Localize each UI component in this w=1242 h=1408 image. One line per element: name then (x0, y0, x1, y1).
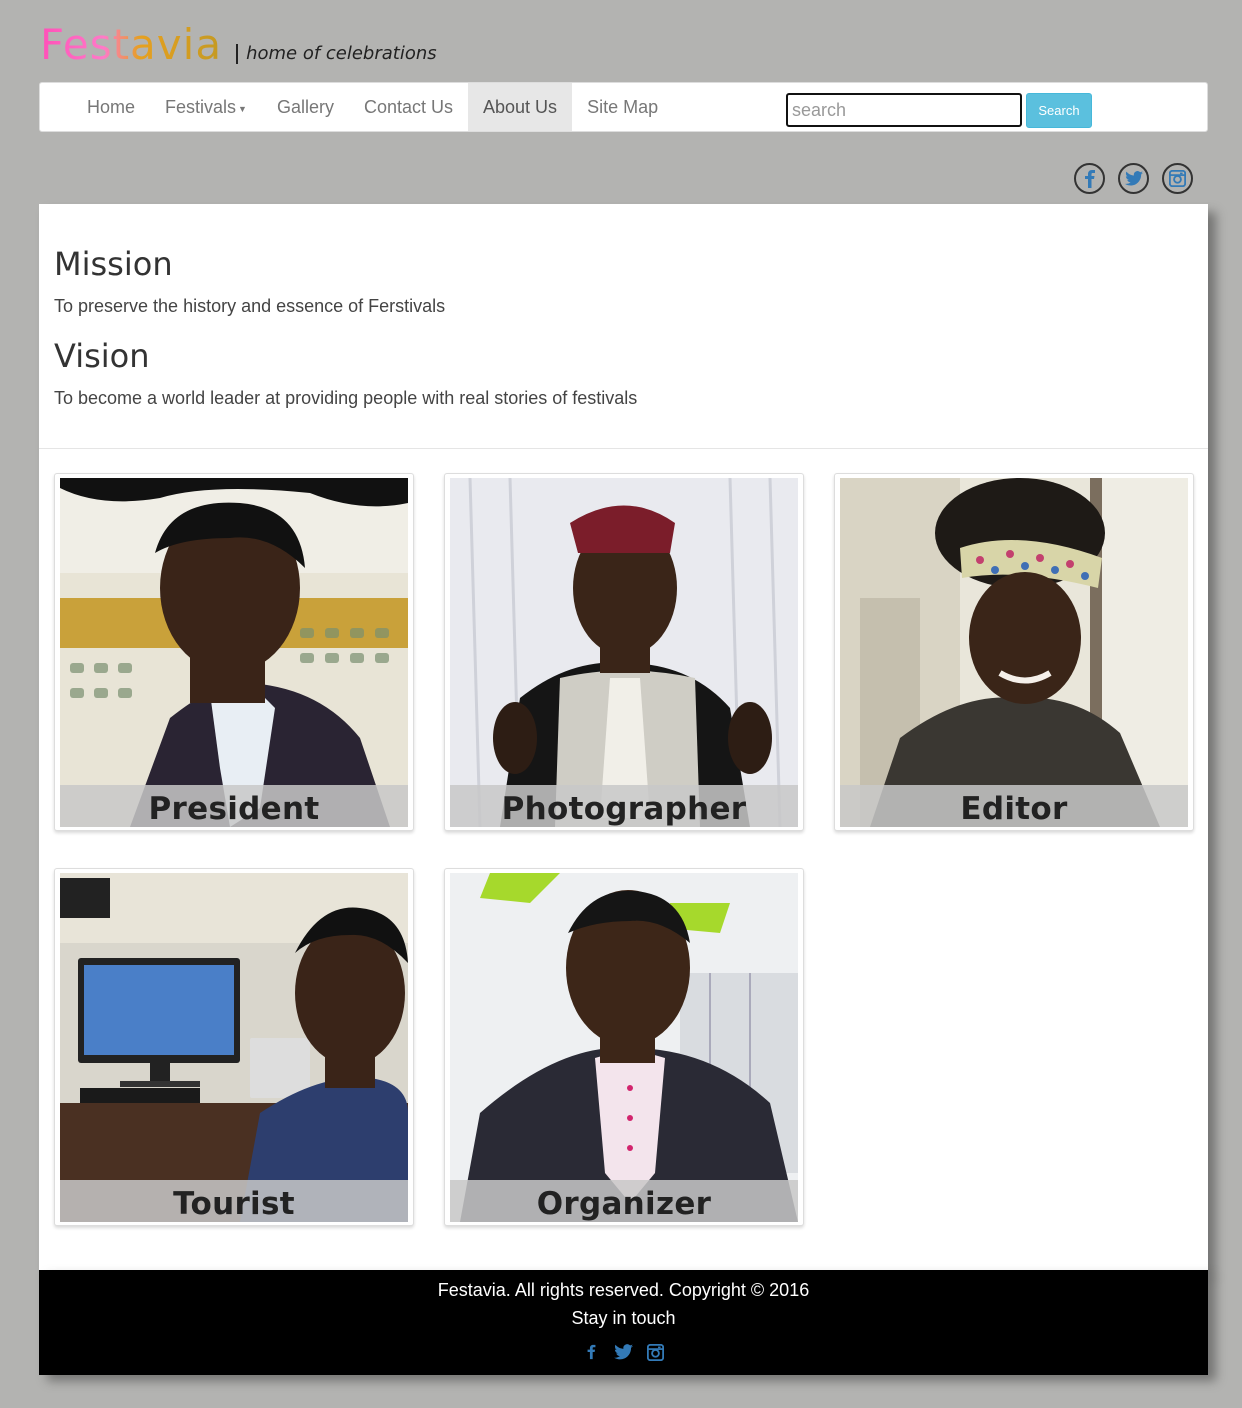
nav-festivals-dropdown[interactable]: Festivals ▼ (150, 83, 262, 131)
twitter-icon[interactable] (1118, 163, 1149, 194)
brand: Festavia home of celebrations (40, 18, 437, 70)
mission-text: To preserve the history and essence of F… (54, 296, 446, 316)
nav-list: Home Festivals ▼ Gallery Contact Us About… (72, 83, 673, 131)
about-section: Mission To preserve the history and esse… (39, 204, 1208, 410)
nav-gallery-label: Gallery (276, 96, 334, 117)
nav-festivals-label: Festivals (165, 96, 237, 117)
instagram-icon[interactable] (1162, 163, 1193, 194)
team-card[interactable]: Organizer (444, 868, 804, 1226)
team-card[interactable]: Photographer (444, 473, 804, 831)
footer-stay-in-touch: Stay in touch (571, 1308, 676, 1328)
site-logo[interactable]: Festavia (40, 20, 222, 70)
nav-about-us[interactable]: About Us (468, 83, 573, 131)
social-links-top (1074, 163, 1193, 194)
nav-site-map[interactable]: Site Map (572, 83, 673, 131)
footer-social-links (39, 1342, 1208, 1362)
team-photo-organizer: Organizer (450, 873, 798, 1222)
footer-copyright: Festavia. All rights reserved. Copyright… (437, 1280, 810, 1300)
main-panel: Mission To preserve the history and esse… (39, 204, 1208, 1270)
footer: Festavia. All rights reserved. Copyright… (39, 1270, 1208, 1375)
nav-gallery[interactable]: Gallery (262, 83, 349, 131)
vision-text: To become a world leader at providing pe… (54, 388, 638, 408)
team-role: Tourist (60, 1180, 408, 1222)
team-card[interactable]: Tourist (54, 868, 414, 1226)
instagram-icon[interactable] (646, 1342, 666, 1362)
team-photo-tourist: Tourist (60, 873, 408, 1222)
nav-contact-us[interactable]: Contact Us (349, 83, 468, 131)
nav-home-label: Home (87, 96, 136, 117)
team-role: President (60, 785, 408, 827)
section-divider (39, 448, 1208, 449)
search-form: Search (786, 93, 1092, 128)
mission-heading: Mission (54, 245, 173, 283)
facebook-icon[interactable] (582, 1342, 602, 1362)
team-card[interactable]: President (54, 473, 414, 831)
vision-heading: Vision (54, 337, 150, 375)
nav-sitemap-label: Site Map (587, 96, 659, 117)
nav-about-label: About Us (483, 96, 558, 117)
facebook-icon[interactable] (1074, 163, 1105, 194)
nav-home[interactable]: Home (72, 83, 150, 131)
team-role: Photographer (450, 785, 798, 827)
team-photo-photographer: Photographer (450, 478, 798, 827)
team-photo-president: President (60, 478, 408, 827)
search-button[interactable]: Search (1026, 93, 1092, 128)
caret-down-icon: ▼ (238, 104, 247, 114)
twitter-icon[interactable] (614, 1342, 634, 1362)
team-photo-editor: Editor (840, 478, 1188, 827)
site-tagline: home of celebrations (236, 44, 437, 64)
team-role: Editor (840, 785, 1188, 827)
team-role: Organizer (450, 1180, 798, 1222)
navbar: Home Festivals ▼ Gallery Contact Us About… (39, 82, 1208, 132)
search-input[interactable] (786, 93, 1022, 127)
nav-contact-label: Contact Us (363, 96, 454, 117)
team-card[interactable]: Editor (834, 473, 1194, 831)
